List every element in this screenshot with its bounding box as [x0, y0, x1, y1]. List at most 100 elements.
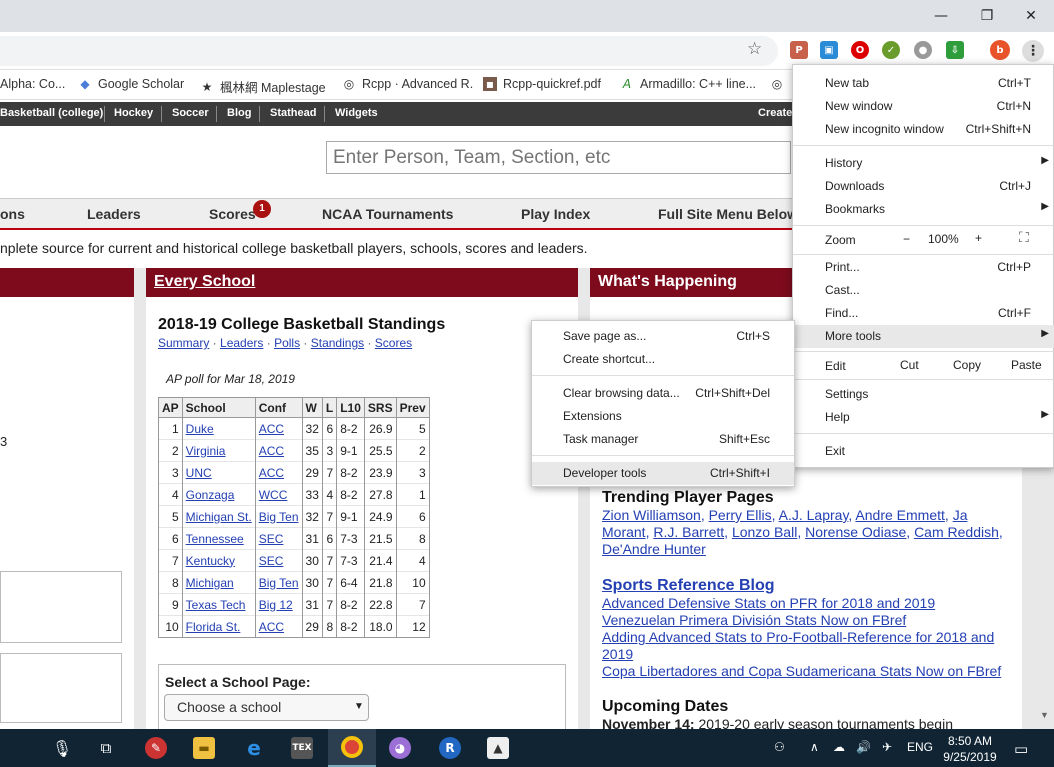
column-header[interactable]: L [321, 397, 338, 418]
school-link[interactable]: Kentucky [186, 554, 235, 568]
nav-ncaa-tournaments[interactable]: NCAA Tournaments [322, 206, 453, 222]
show-hidden-icons-chevron[interactable]: ∧ [810, 740, 819, 754]
conference-link[interactable]: Big 12 [259, 598, 293, 612]
nav-stathead[interactable]: Stathead [270, 107, 316, 119]
nav-leaders[interactable]: Leaders [87, 206, 141, 222]
menu-bookmarks[interactable]: Bookmarks ▶ [793, 198, 1054, 221]
column-header[interactable]: L10 [336, 397, 365, 418]
blog-post-link[interactable]: Venezuelan Primera División Stats Now on… [602, 612, 906, 628]
school-link[interactable]: Virginia [186, 444, 226, 458]
link-summary[interactable]: Summary [158, 336, 209, 350]
zoom-in-button[interactable]: + [975, 231, 982, 245]
screenshot-extension-icon[interactable]: ▣ [820, 41, 838, 59]
menu-settings[interactable]: Settings [793, 383, 1054, 406]
submenu-developer-tools[interactable]: Developer tools Ctrl+Shift+I [532, 462, 794, 485]
bookmark-alpha[interactable]: Alpha: Co... [0, 77, 65, 91]
menu-cast[interactable]: Cast... [793, 279, 1054, 302]
player-link[interactable]: Perry Ellis [709, 507, 772, 523]
input-language[interactable]: ENG [907, 740, 933, 754]
player-link[interactable]: Lonzo Ball [732, 524, 797, 540]
paint-app-icon[interactable]: ✎ [132, 729, 180, 767]
chrome-taskbar-icon[interactable] [328, 729, 376, 767]
school-link[interactable]: Texas Tech [186, 598, 246, 612]
conference-link[interactable]: ACC [259, 422, 284, 436]
bookmark-google-scholar[interactable]: ◆ Google Scholar [78, 77, 184, 91]
blog-post-link[interactable]: Copa Libertadores and Copa Sudamericana … [602, 663, 1001, 679]
school-link[interactable]: Michigan St. [186, 510, 252, 524]
site-search-input[interactable] [326, 141, 791, 174]
nav-create[interactable]: Create [758, 107, 792, 119]
bookmark-maplestage[interactable]: ★ 楓林網 Maplestage [200, 77, 326, 96]
column-header[interactable]: Prev [395, 397, 430, 418]
player-link[interactable]: Ja [953, 507, 968, 523]
school-link[interactable]: UNC [186, 466, 212, 480]
submenu-extensions[interactable]: Extensions [532, 405, 794, 428]
every-school-link[interactable]: Every School [154, 273, 255, 290]
onedrive-cloud-icon[interactable]: ☁ [833, 740, 845, 754]
link-scores[interactable]: Scores [375, 336, 412, 350]
menu-print[interactable]: Print... Ctrl+P [793, 256, 1054, 279]
r-app-icon[interactable]: R [426, 729, 474, 767]
blog-post-link[interactable]: Advanced Defensive Stats on PFR for 2018… [602, 595, 935, 611]
minimize-button[interactable]: — [918, 0, 964, 32]
conference-link[interactable]: Big Ten [259, 510, 299, 524]
nav-play-index[interactable]: Play Index [521, 206, 590, 222]
chrome-menu-button[interactable]: ⋮ [1022, 40, 1044, 62]
bookmark-rcpp-advanced-r[interactable]: ◎ Rcpp · Advanced R. [342, 77, 473, 91]
submenu-task-manager[interactable]: Task manager Shift+Esc [532, 428, 794, 451]
scroll-down-icon[interactable]: ▼ [1040, 710, 1049, 720]
nav-soccer[interactable]: Soccer [172, 107, 209, 119]
edit-cut-button[interactable]: Cut [900, 358, 919, 372]
bookmark-rcpp-quickref[interactable]: ▪ Rcpp-quickref.pdf [483, 77, 601, 91]
player-link[interactable]: Andre Emmett [855, 507, 944, 523]
menu-downloads[interactable]: Downloads Ctrl+J [793, 175, 1054, 198]
close-button[interactable]: ✕ [1008, 0, 1054, 32]
player-link[interactable]: Norense Odiase [805, 524, 906, 540]
blog-post-link[interactable]: Adding Advanced Stats to Pro-Football-Re… [602, 629, 994, 645]
link-standings[interactable]: Standings [311, 336, 364, 350]
school-link[interactable]: Duke [186, 422, 214, 436]
zoom-out-button[interactable]: − [903, 232, 910, 246]
blog-post-link[interactable]: 2019 [602, 646, 633, 662]
column-header[interactable]: School [181, 397, 256, 418]
player-link[interactable]: R.J. Barrett [653, 524, 724, 540]
link-polls[interactable]: Polls [274, 336, 300, 350]
pdf-extension-icon[interactable]: P [790, 41, 808, 59]
submenu-clear-browsing-data[interactable]: Clear browsing data... Ctrl+Shift+Del [532, 382, 794, 405]
notifications-icon[interactable]: ▭ [1014, 740, 1028, 758]
nav-basketball-college[interactable]: Basketball (college) [0, 107, 103, 119]
volume-icon[interactable]: 🔊 [856, 740, 871, 754]
download-extension-icon[interactable]: ⇩ [946, 41, 964, 59]
blog-heading[interactable]: Sports Reference Blog [602, 577, 774, 595]
conference-link[interactable]: Big Ten [259, 576, 299, 590]
nav-hockey[interactable]: Hockey [114, 107, 153, 119]
player-link[interactable]: A.J. Lapray [779, 507, 849, 523]
taskbar-clock[interactable]: 8:50 AM 9/25/2019 [935, 733, 1005, 765]
microphone-icon[interactable]: 🎙 [38, 729, 86, 767]
menu-exit[interactable]: Exit [793, 440, 1054, 463]
edge-browser-icon[interactable]: e [230, 729, 278, 767]
menu-new-window[interactable]: New window Ctrl+N [793, 95, 1054, 118]
school-select[interactable]: Choose a school [164, 694, 369, 721]
nav-blog[interactable]: Blog [227, 107, 251, 119]
player-link[interactable]: Zion Williamson [602, 507, 701, 523]
player-link[interactable]: De'Andre Hunter [602, 541, 706, 557]
column-header[interactable]: Conf [254, 397, 303, 418]
school-link[interactable]: Tennessee [186, 532, 244, 546]
menu-help[interactable]: Help ▶ [793, 406, 1054, 429]
shield-extension-icon[interactable]: ✓ [882, 41, 900, 59]
opera-extension-icon[interactable]: O [851, 41, 869, 59]
conference-link[interactable]: SEC [259, 554, 284, 568]
nav-full-site-menu[interactable]: Full Site Menu Below [658, 206, 798, 222]
school-link[interactable]: Gonzaga [186, 488, 235, 502]
conference-link[interactable]: ACC [259, 444, 284, 458]
fullscreen-icon[interactable]: ⛶ [1019, 230, 1029, 246]
file-explorer-icon[interactable]: ▬ [180, 729, 228, 767]
nav-seasons[interactable]: ons [0, 206, 25, 222]
school-link[interactable]: Florida St. [186, 620, 241, 634]
restore-button[interactable]: ❐ [964, 0, 1010, 32]
menu-find[interactable]: Find... Ctrl+F [793, 302, 1054, 325]
player-link[interactable]: Cam Reddish [914, 524, 999, 540]
conference-link[interactable]: ACC [259, 466, 284, 480]
network-icon[interactable]: ✈ [882, 740, 892, 754]
